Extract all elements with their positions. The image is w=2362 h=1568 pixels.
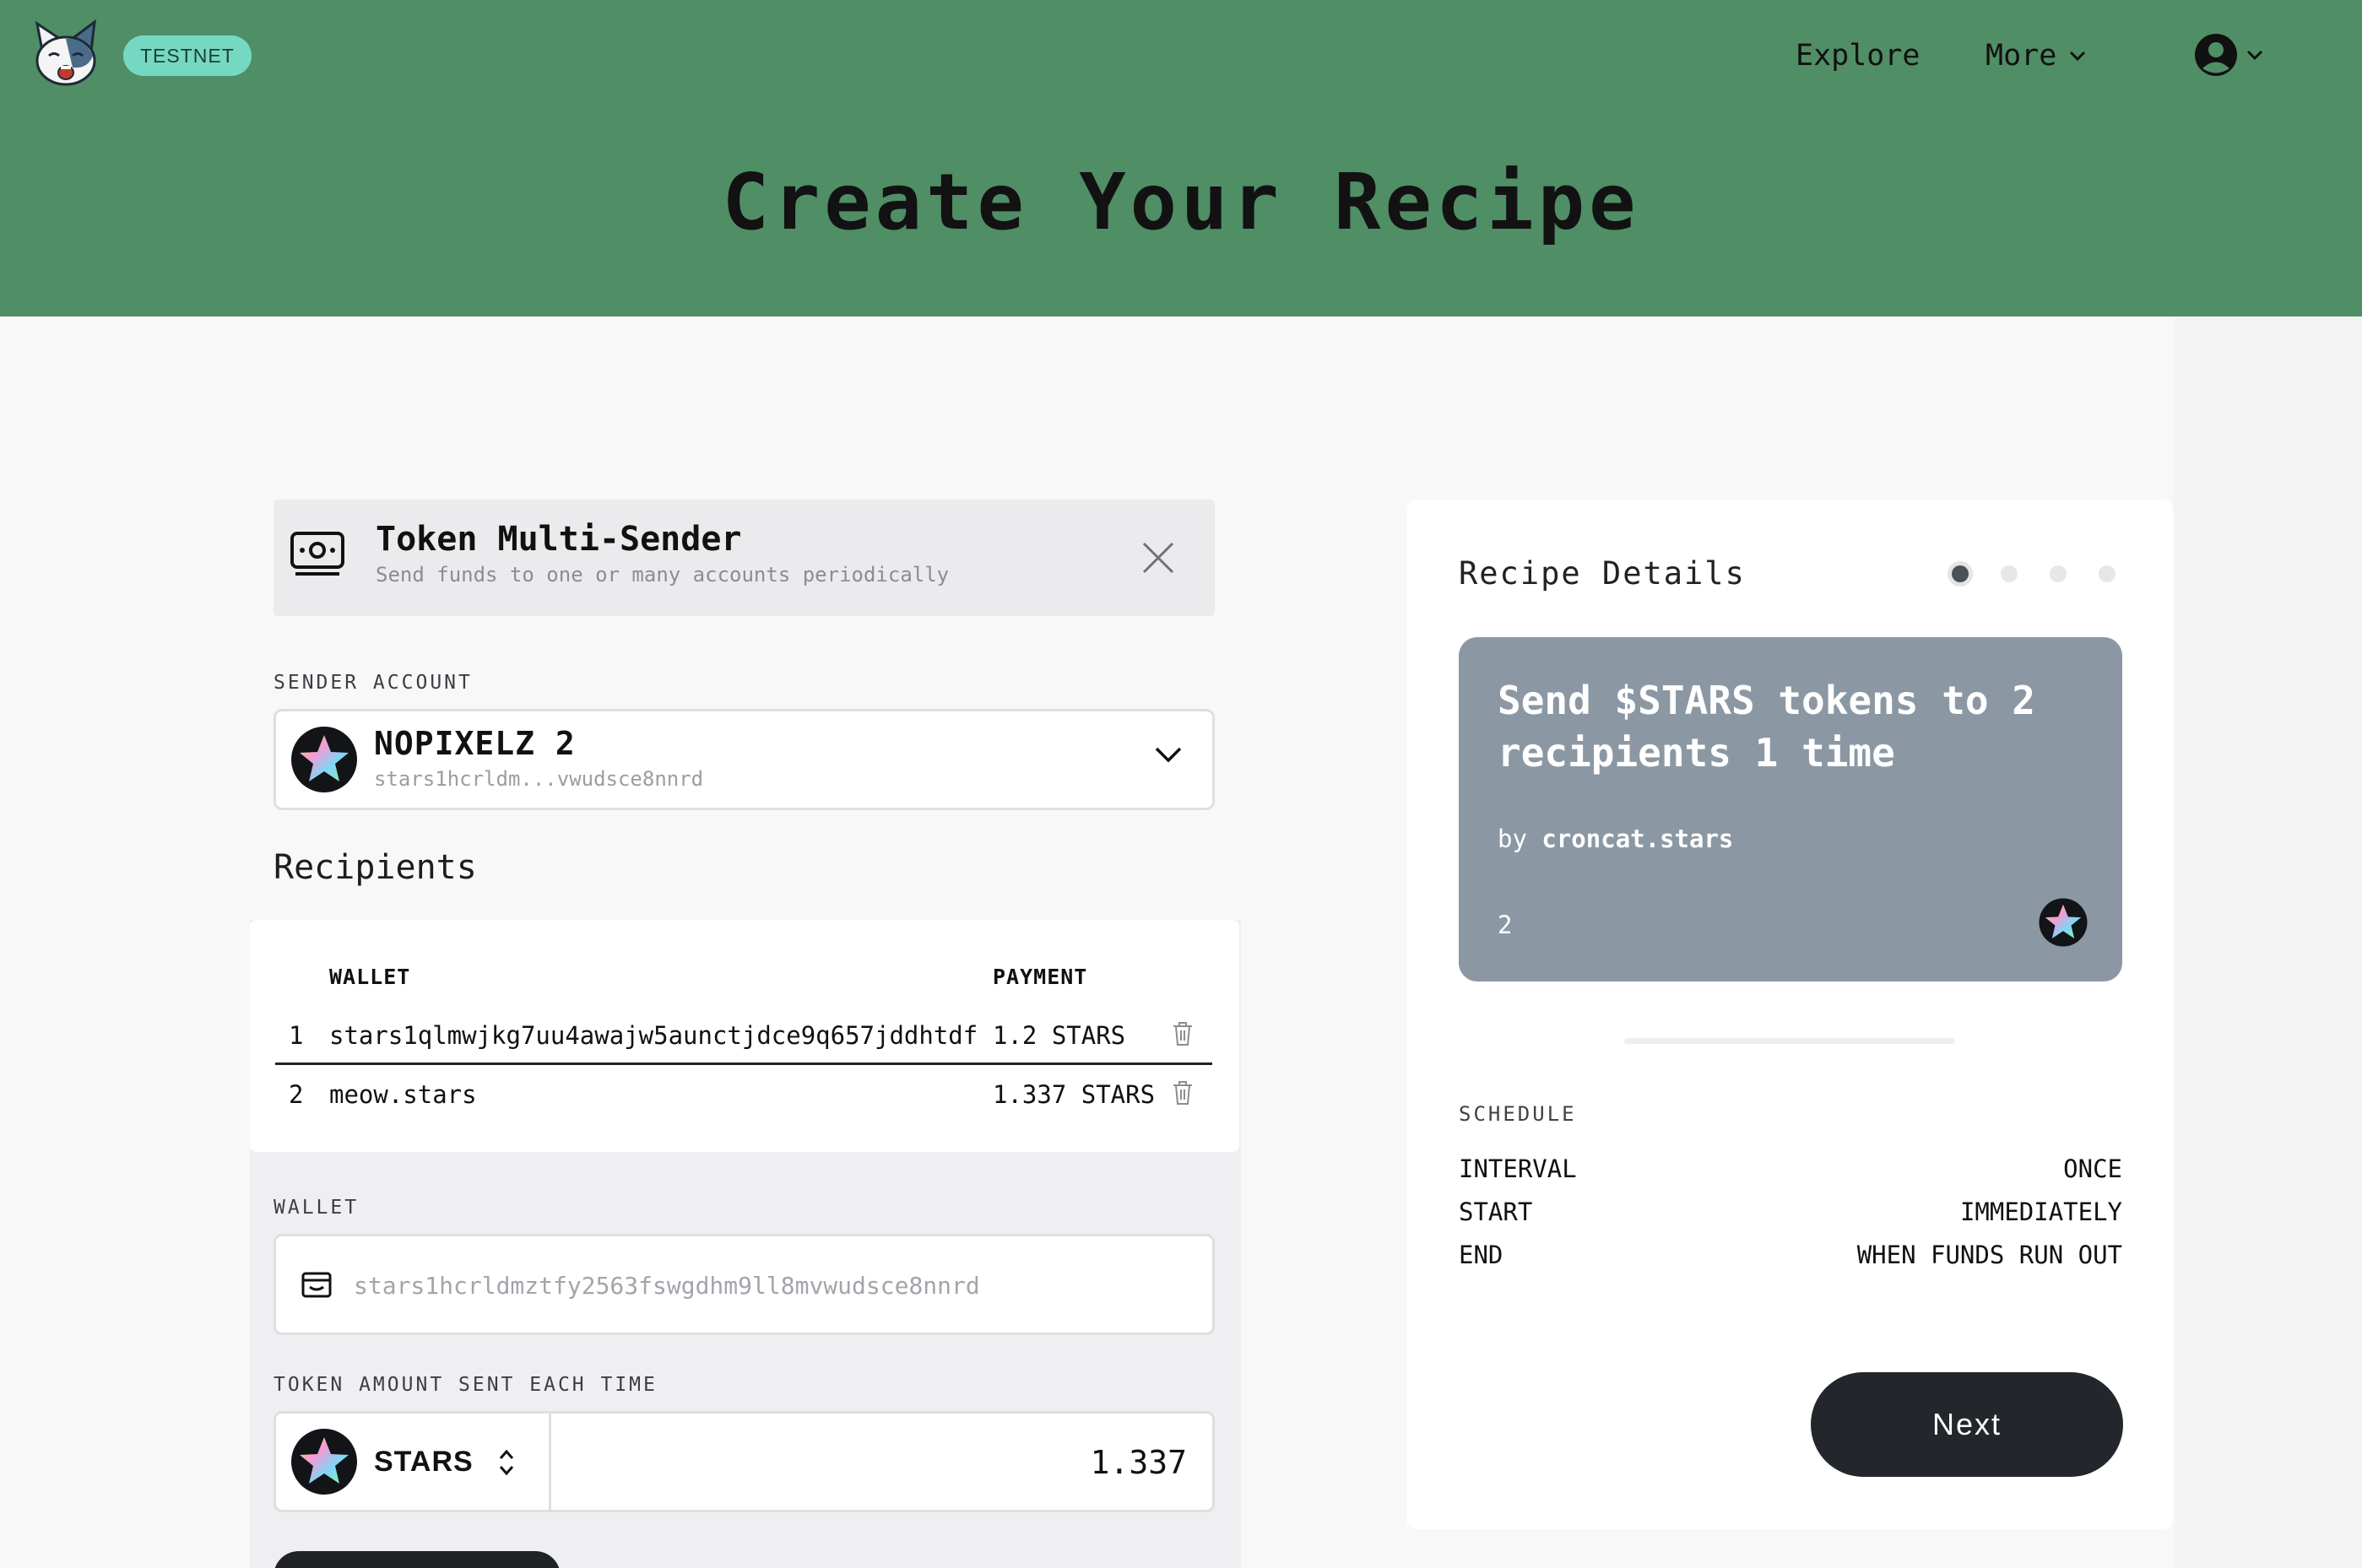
token-amount-input[interactable]: 1.337: [1091, 1444, 1187, 1481]
column-header-payment: PAYMENT: [993, 965, 1088, 989]
step-dot-2[interactable]: [2001, 565, 2018, 582]
chevron-up-down-icon: [499, 1449, 514, 1476]
trash-icon[interactable]: [1172, 1021, 1194, 1046]
chevron-down-icon: [2246, 50, 2263, 61]
cat-mascot-icon[interactable]: [32, 19, 100, 89]
wallet-input-value[interactable]: stars1hcrldmztfy2563fswgdhm9ll8mvwudsce8…: [354, 1272, 1181, 1300]
page-title: Create Your Recipe: [722, 157, 1640, 247]
top-header: TESTNET Explore More Create Your Recipe: [0, 0, 2362, 316]
schedule-value: ONCE: [2063, 1154, 2122, 1183]
sender-account-select[interactable]: NOPIXELZ 2 stars1hcrldm...vwudsce8nnrd: [274, 709, 1215, 810]
token-amount-field: STARS 1.337: [274, 1411, 1215, 1512]
row-index: 2: [289, 1080, 304, 1109]
stars-token-icon: [2039, 898, 2088, 947]
wallet-icon: [301, 1272, 332, 1298]
add-recipient-button[interactable]: [274, 1551, 561, 1568]
summary-count: 2: [1498, 911, 1513, 939]
step-dot-4[interactable]: [2099, 565, 2116, 582]
recipients-heading: Recipients: [274, 848, 477, 887]
summary-title: Send $STARS tokens to 2 recipients 1 tim…: [1498, 678, 2035, 776]
schedule-value: WHEN FUNDS RUN OUT: [1856, 1241, 2122, 1269]
trash-icon[interactable]: [1172, 1080, 1194, 1106]
money-icon: [290, 532, 344, 576]
recipe-name: Token Multi-Sender: [376, 520, 742, 559]
close-icon[interactable]: [1139, 538, 1178, 577]
chevron-down-icon: [2070, 51, 2086, 62]
step-indicator: [1952, 565, 2116, 582]
column-header-wallet: WALLET: [329, 965, 411, 989]
wallet-label: WALLET: [274, 1197, 360, 1219]
recipe-summary-card: Send $STARS tokens to 2 recipients 1 tim…: [1459, 637, 2122, 981]
schedule-label: SCHEDULE: [1459, 1102, 1577, 1126]
stars-token-icon: [291, 1429, 357, 1495]
sender-name: NOPIXELZ 2: [374, 725, 576, 762]
details-title: Recipe Details: [1459, 555, 1746, 592]
row-payment: 1.2 STARS: [993, 1021, 1126, 1050]
sender-address: stars1hcrldm...vwudsce8nnrd: [374, 767, 704, 791]
schedule-key: INTERVAL: [1459, 1154, 1577, 1183]
progress-track: [1624, 1038, 1955, 1044]
row-index: 1: [289, 1021, 304, 1050]
row-wallet: stars1qlmwjkg7uu4awajw5aunctjdce9q657jdd…: [329, 1021, 978, 1050]
nav-more-menu[interactable]: More: [1985, 35, 2087, 76]
token-select[interactable]: STARS: [276, 1414, 551, 1510]
recipe-description: Send funds to one or many accounts perio…: [376, 563, 950, 587]
table-row: 2 meow.stars 1.337 STARS: [275, 1065, 1212, 1124]
user-circle-icon: [2195, 34, 2237, 76]
summary-author-line: by croncat.stars: [1498, 825, 1733, 853]
chevron-down-icon: [1155, 747, 1182, 763]
selected-recipe-card: Token Multi-Sender Send funds to one or …: [274, 500, 1215, 616]
row-wallet: meow.stars: [329, 1080, 477, 1109]
stars-token-icon: [291, 727, 357, 792]
sender-account-label: SENDER ACCOUNT: [274, 672, 473, 694]
schedule-key: START: [1459, 1198, 1533, 1226]
next-button[interactable]: Next: [1811, 1372, 2123, 1477]
token-amount-label: TOKEN AMOUNT SENT EACH TIME: [274, 1374, 658, 1396]
schedule-value: IMMEDIATELY: [1959, 1198, 2122, 1226]
wallet-field[interactable]: stars1hcrldmztfy2563fswgdhm9ll8mvwudsce8…: [274, 1234, 1215, 1335]
row-payment: 1.337 STARS: [993, 1080, 1156, 1109]
account-menu[interactable]: [2193, 32, 2264, 78]
recipients-table: WALLET PAYMENT 1 stars1qlmwjkg7uu4awajw5…: [250, 920, 1239, 1152]
summary-by-prefix: by: [1498, 825, 1527, 853]
network-badge: TESTNET: [123, 35, 252, 76]
nav-explore-link[interactable]: Explore: [1796, 35, 1920, 76]
schedule-key: END: [1459, 1241, 1503, 1269]
step-dot-3[interactable]: [2050, 565, 2067, 582]
step-dot-1[interactable]: [1952, 565, 1969, 582]
recipe-details-panel: Recipe Details Send $STARS tokens to 2 r…: [1406, 500, 2173, 1529]
table-row: 1 stars1qlmwjkg7uu4awajw5aunctjdce9q657j…: [275, 1006, 1212, 1065]
nav-more-label: More: [1985, 39, 2057, 73]
summary-author: croncat.stars: [1541, 825, 1734, 853]
token-name: STARS: [374, 1446, 474, 1478]
